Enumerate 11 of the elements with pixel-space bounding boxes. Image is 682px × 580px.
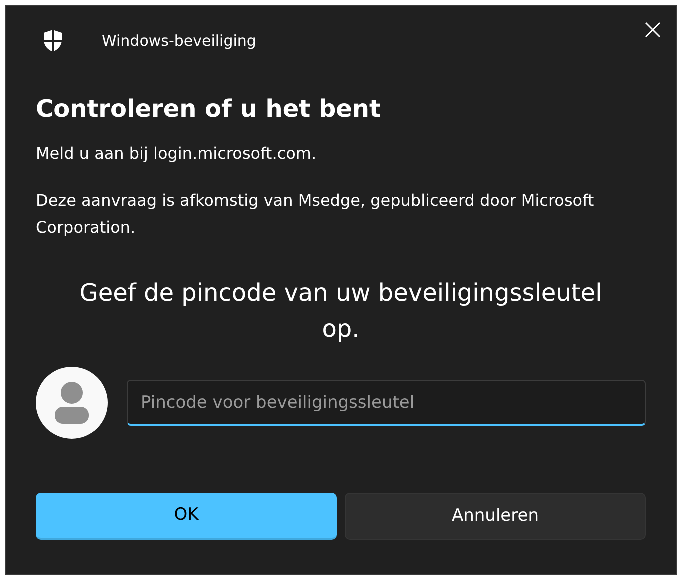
cancel-button[interactable]: Annuleren [345, 493, 646, 540]
window-title: Windows-beveiliging [102, 30, 256, 52]
dialog-heading: Controleren of u het bent [36, 94, 382, 124]
pin-input-field[interactable]: Pincode voor beveiligingssleutel [127, 380, 646, 426]
body-text: Deze aanvraag is afkomstig van Msedge, gepubliceerd door Microsoft Corporation. [36, 190, 596, 239]
ok-button[interactable]: OK [36, 493, 337, 540]
close-icon [645, 22, 661, 38]
avatar-icon [36, 367, 108, 439]
pin-prompt: Geef de pincode van uw beveiligingssleutel op. [78, 278, 604, 345]
body-text: Meld u aan bij login.microsoft.com. [36, 143, 318, 165]
shield-icon [42, 29, 64, 53]
